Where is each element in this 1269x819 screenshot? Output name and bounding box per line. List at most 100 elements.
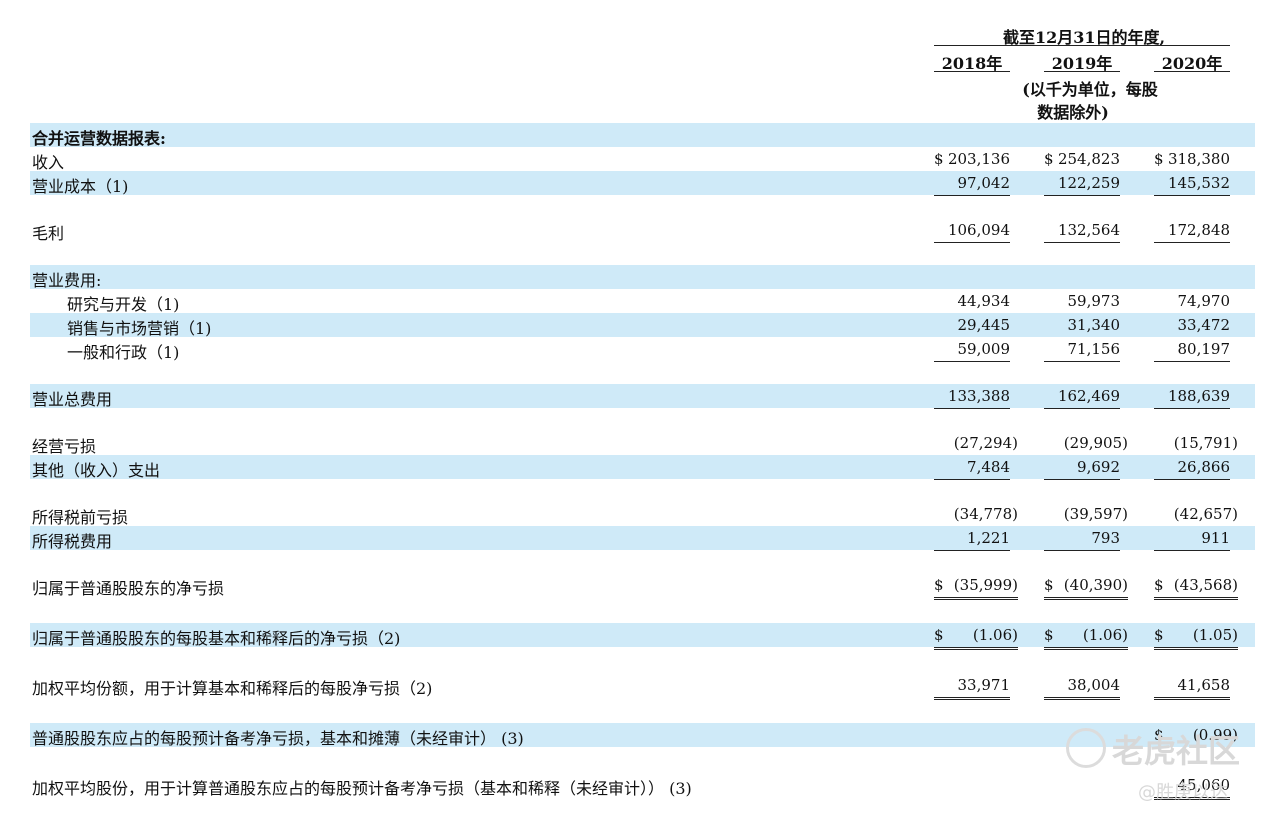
watermark-title: 老虎社区 [1112,732,1241,770]
value-cell: 59,009 [934,340,1010,362]
cell-value: 793 [1091,529,1120,547]
unit-note-line2: 数据除外) [1037,103,1109,122]
currency-symbol: $ [934,576,944,594]
table-row: 收入 $203,136 $254,823 $318,380 [30,147,1255,172]
value-cell: 133,388 [934,387,1010,409]
cell-value: 7,484 [967,458,1010,476]
cell-value: 203,136 [947,150,1010,168]
cell-value: 71,156 [1067,340,1121,358]
currency-symbol: $ [934,626,944,644]
year-2018-rule [934,71,1010,72]
value-cell: 33,971 [934,676,1010,700]
table-row: 营业费用: [30,265,1255,290]
value-cell: 31,340 [1044,316,1121,337]
cell-value: (39,597) [1063,505,1128,523]
currency-symbol: $ [1154,626,1164,644]
cell-value: 59,973 [1067,292,1121,310]
table-row: 销售与市场营销（1) 29,445 31,340 33,472 [30,313,1255,338]
table-row: 所得税前亏损 (34,778) (39,597) (42,657) [30,502,1255,527]
cell-value: (15,791) [1173,434,1238,452]
value-cell: $ (1.06) [1044,626,1128,650]
table-row: 加权平均股份，用于计算普通股东应占的每股预计备考净亏损（基本和稀释（未经审计））… [30,773,1255,800]
value-cell: 80,197 [1154,340,1230,362]
cell-value: 33,971 [957,676,1011,694]
cell-value: (43,568) [1173,576,1238,594]
watermark-user: @胜庚以达 [1138,782,1228,803]
value-cell: 132,564 [1044,221,1120,243]
cell-value: 29,445 [957,316,1011,334]
value-cell: $203,136 [934,150,1010,171]
value-cell: 106,094 [934,221,1010,243]
cell-value: 133,388 [947,387,1010,405]
value-cell: $ (35,999) [934,576,1018,600]
unit-note-line1: (以千为单位，每股 [1022,80,1158,99]
value-cell: $318,380 [1154,150,1230,171]
row-label: 销售与市场营销（1) [67,319,212,338]
value-cell: (34,778) [934,505,1018,526]
value-cell: 41,658 [1154,676,1230,700]
value-cell: 59,973 [1044,292,1121,313]
value-cell: 38,004 [1044,676,1120,700]
cell-value: 254,823 [1057,150,1120,168]
table-row: 一般和行政（1) 59,009 71,156 80,197 [30,337,1255,362]
cell-value: (29,905) [1063,434,1128,452]
year-2019-rule [1044,71,1120,72]
table-row: 研究与开发（1) 44,934 59,973 74,970 [30,289,1255,314]
value-cell: 44,934 [934,292,1011,313]
cell-value: 26,866 [1177,458,1231,476]
value-cell: $ (43,568) [1154,576,1238,600]
table-row: 归属于普通股股东的净亏损 $ (35,999) $ (40,390) $ (43,568) [30,573,1255,600]
cell-value: 911 [1201,529,1230,547]
value-cell: 71,156 [1044,340,1120,362]
value-cell: 793 [1044,529,1120,551]
cell-value: 97,042 [957,174,1011,192]
table-row: 加权平均份额，用于计算基本和稀释后的每股净亏损（2) 33,971 38,004 41… [30,673,1255,700]
cell-value: 145,532 [1167,174,1230,192]
cell-value: 9,692 [1077,458,1120,476]
currency-symbol: $ [1154,150,1164,168]
watermark-logo-icon [1066,728,1106,768]
table-row: 其他（收入）支出 7,484 9,692 26,866 [30,455,1255,480]
value-cell: (15,791) [1154,434,1238,455]
value-cell: 26,866 [1154,458,1230,480]
value-cell: 1,221 [934,529,1010,551]
row-label: 营业费用: [32,271,102,290]
table-row: 所得税费用 1,221 793 911 [30,526,1255,551]
value-cell: (29,905) [1044,434,1128,455]
cell-value: (42,657) [1173,505,1238,523]
currency-symbol: $ [1154,576,1164,594]
table-row: 合并运营数据报表: [30,123,1255,148]
cell-value: 122,259 [1057,174,1120,192]
currency-symbol: $ [1044,576,1054,594]
value-cell: 74,970 [1154,292,1231,313]
row-label: 加权平均份额，用于计算基本和稀释后的每股净亏损（2) [32,679,433,698]
row-label: 营业总费用 [32,390,113,409]
currency-symbol: $ [934,150,944,168]
cell-value: (1.06) [1082,626,1128,644]
value-cell: $ (1.06) [934,626,1018,650]
value-cell: 7,484 [934,458,1010,480]
year-2020-rule [1154,71,1230,72]
row-label: 归属于普通股股东的每股基本和稀释后的净亏损（2) [32,629,401,648]
cell-value: 80,197 [1177,340,1231,358]
value-cell: $ (1.05) [1154,626,1238,650]
table-row: 经营亏损 (27,294) (29,905) (15,791) [30,431,1255,456]
row-label: 经营亏损 [32,437,97,456]
value-cell: 172,848 [1154,221,1230,243]
currency-symbol: $ [1044,626,1054,644]
value-cell: $ (40,390) [1044,576,1128,600]
value-cell: 911 [1154,529,1230,551]
row-label: 普通股股东应占的每股预计备考净亏损，基本和摊薄（未经审计） (3) [32,729,524,748]
period-rule [934,45,1230,46]
cell-value: 106,094 [947,221,1010,239]
cell-value: (34,778) [953,505,1018,523]
row-label: 营业成本（1) [32,177,129,196]
value-cell: 33,472 [1154,316,1231,337]
currency-symbol: $ [1044,150,1054,168]
row-label: 毛利 [32,224,65,243]
cell-value: 162,469 [1057,387,1120,405]
cell-value: (40,390) [1063,576,1128,594]
cell-value: 318,380 [1167,150,1230,168]
cell-value: 188,639 [1167,387,1230,405]
row-label: 归属于普通股股东的净亏损 [32,579,225,598]
